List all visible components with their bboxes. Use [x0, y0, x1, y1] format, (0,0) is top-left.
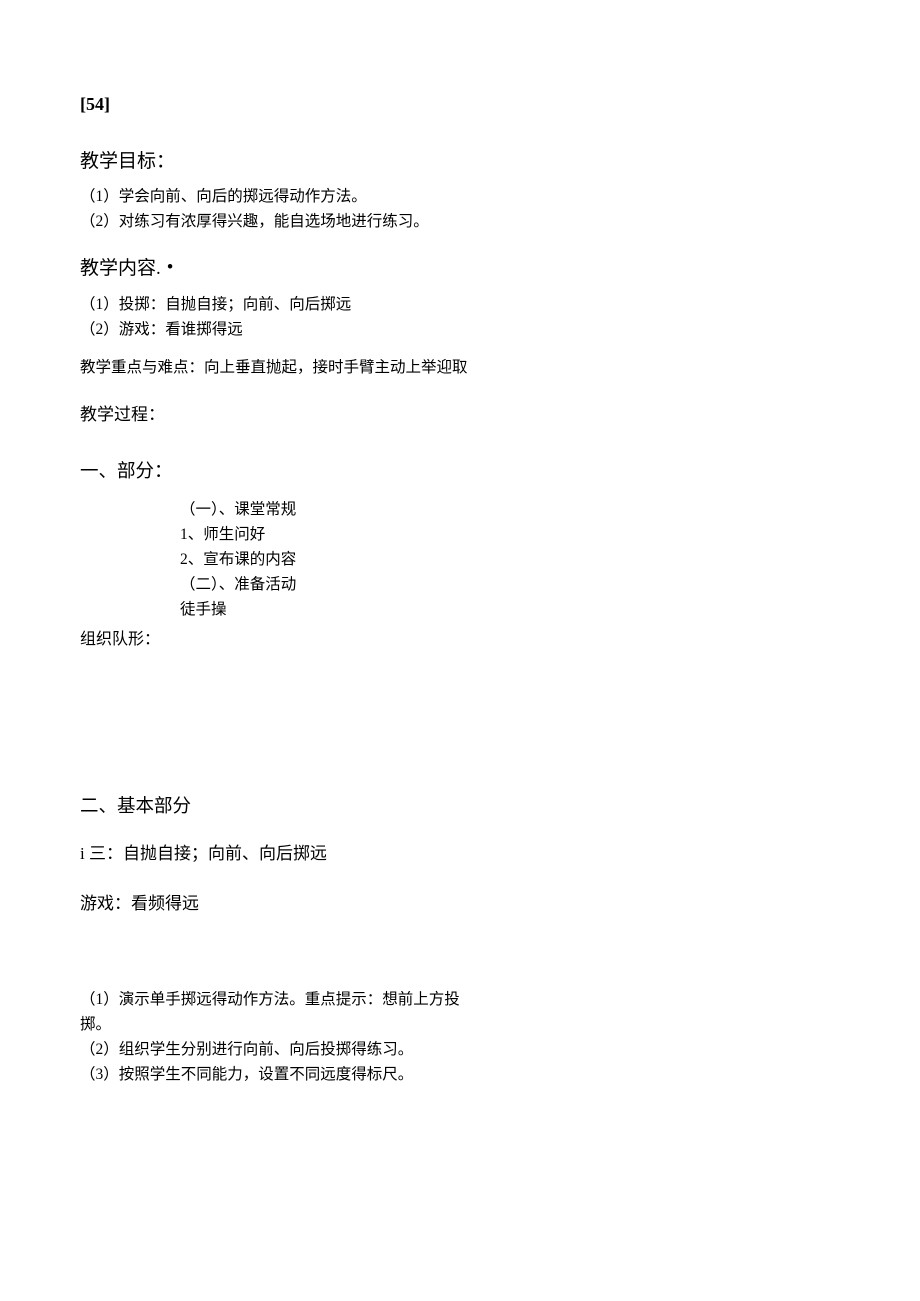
part1-subitem: 2、宣布课的内容: [180, 548, 840, 572]
part2-item: （3）按照学生不同能力，设置不同远度得标尺。: [80, 1063, 840, 1087]
part2-item: （1）演示单手掷远得动作方法。重点提示：想前上方投: [80, 988, 840, 1012]
content-list: （1）投掷：自抛自接；向前、向后掷远 （2）游戏：看谁掷得远: [80, 293, 840, 342]
part1-sublist: （一）、课堂常规 1、师生问好 2、宣布课的内容 （二）、准备活动 徒手操: [180, 498, 840, 622]
keypoints: 教学重点与难点：向上垂直抛起，接时手臂主动上举迎取: [80, 356, 840, 380]
part1-subitem: 1、师生问好: [180, 523, 840, 547]
part2-item-cont: 掷。: [80, 1013, 840, 1037]
objectives-heading: 教学目标：: [80, 147, 840, 177]
process-heading: 教学过程：: [80, 402, 840, 428]
part2-line1: i 三：自抛自接；向前、向后掷远: [80, 841, 840, 867]
spacer: [80, 928, 840, 988]
part1-subitem: 徒手操: [180, 598, 840, 622]
part2-line2: 游戏：看频得远: [80, 891, 840, 917]
formation-label: 组织队形：: [80, 628, 840, 653]
objective-item: （2）对练习有浓厚得兴趣，能自选场地进行练习。: [80, 210, 840, 234]
part2-item: （2）组织学生分别进行向前、向后投掷得练习。: [80, 1038, 840, 1062]
formation-space: [80, 653, 840, 763]
part1-subitem: （二）、准备活动: [180, 573, 840, 597]
content-item: （1）投掷：自抛自接；向前、向后掷远: [80, 293, 840, 317]
objective-item: （1）学会向前、向后的掷远得动作方法。: [80, 185, 840, 209]
part2-list: （1）演示单手掷远得动作方法。重点提示：想前上方投 掷。 （2）组织学生分别进行…: [80, 988, 840, 1087]
content-item: （2）游戏：看谁掷得远: [80, 318, 840, 342]
lesson-number: [54]: [80, 90, 840, 119]
objectives-list: （1）学会向前、向后的掷远得动作方法。 （2）对练习有浓厚得兴趣，能自选场地进行…: [80, 185, 840, 234]
content-heading: 教学内容.: [80, 254, 840, 284]
part1-heading: 一、部分：: [80, 458, 840, 488]
part1-subitem: （一）、课堂常规: [180, 498, 840, 522]
part2-heading: 二、基本部分: [80, 793, 840, 823]
